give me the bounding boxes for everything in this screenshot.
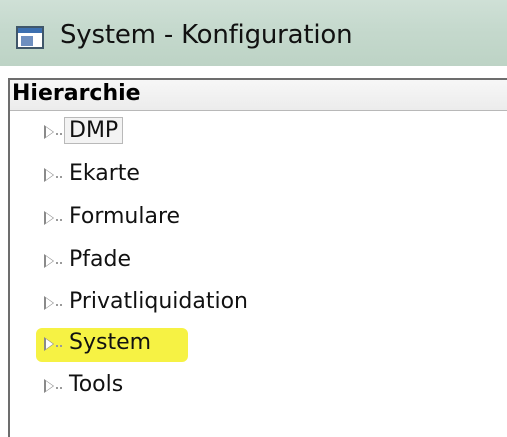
panel-border-left	[8, 78, 10, 437]
window-app-icon[interactable]	[16, 26, 44, 49]
app-icon-pane	[21, 36, 33, 46]
tree-connector-line	[56, 304, 62, 306]
app-icon-titlebar-stripe	[18, 28, 42, 33]
tree-column-header[interactable]: Hierarchie	[10, 80, 507, 111]
tree-item-label: Ekarte	[69, 161, 140, 186]
expand-arrow-icon[interactable]	[44, 125, 54, 139]
tree-connector-line	[56, 387, 62, 389]
hierarchy-panel: Hierarchie DMP Ekarte Formulare Pfade Pr…	[0, 66, 507, 437]
tree-item-label: Tools	[69, 372, 124, 397]
tree-item-label: System	[69, 330, 152, 355]
tree-connector-line	[56, 345, 62, 347]
tree-item-label: Formulare	[69, 204, 181, 229]
configuration-window: System - Konfiguration Hierarchie DMP Ek…	[0, 0, 507, 437]
expand-arrow-icon[interactable]	[44, 296, 54, 310]
expand-arrow-icon[interactable]	[44, 254, 54, 268]
tree-connector-line	[56, 176, 62, 178]
tree-item-label: DMP	[64, 117, 124, 144]
window-title: System - Konfiguration	[60, 20, 353, 50]
expand-arrow-icon[interactable]	[44, 337, 54, 351]
tree-connector-line	[56, 133, 62, 135]
tree-item-label: Privatliquidation	[69, 289, 248, 314]
expand-arrow-icon[interactable]	[44, 168, 54, 182]
tree-item-label: Pfade	[69, 247, 131, 272]
title-bar[interactable]: System - Konfiguration	[0, 0, 507, 67]
tree-connector-line	[56, 262, 62, 264]
tree-header-label: Hierarchie	[12, 81, 141, 106]
expand-arrow-icon[interactable]	[44, 211, 54, 225]
tree-connector-line	[56, 219, 62, 221]
expand-arrow-icon[interactable]	[44, 379, 54, 393]
